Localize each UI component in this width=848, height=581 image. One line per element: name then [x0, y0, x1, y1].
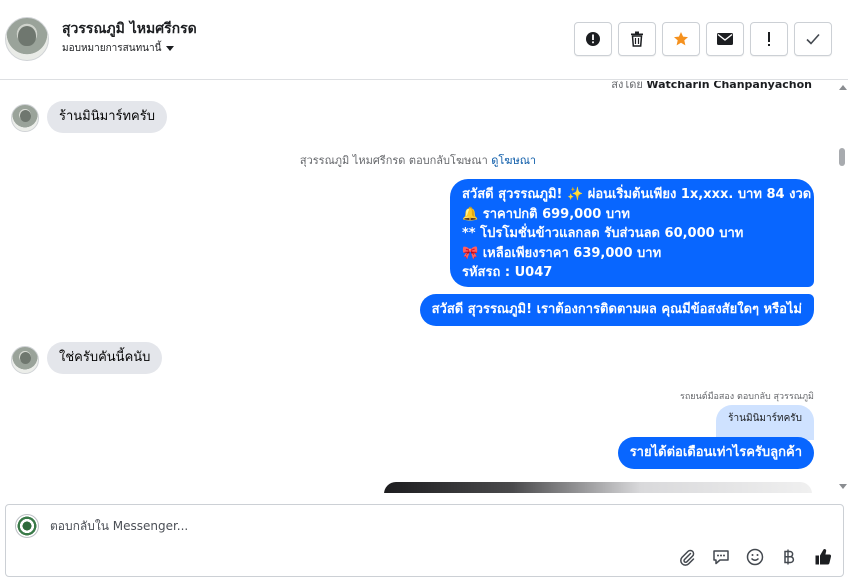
mark-done-button[interactable]	[794, 22, 832, 56]
speech-bubble-icon[interactable]	[711, 547, 731, 567]
assign-conversation-dropdown[interactable]: มอบหมายการสนทนานี้	[62, 41, 175, 56]
incoming-message[interactable]: ร้านมินิมาร์ทครับ	[47, 101, 167, 133]
baht-icon[interactable]	[779, 547, 799, 567]
contact-avatar-small[interactable]	[11, 346, 39, 374]
promo-line: 🎀 เหลือเพียงราคา 639,000 บาท	[462, 245, 662, 261]
alert-button[interactable]	[574, 22, 612, 56]
view-ad-link[interactable]: ดูโฆษณา	[491, 154, 536, 167]
check-icon	[806, 33, 820, 45]
thread-scrollbar[interactable]	[836, 81, 848, 493]
composer-actions	[677, 547, 833, 567]
assign-label: มอบหมายการสนทนานี้	[62, 43, 162, 54]
sent-by-note: ส่งโดย Watcharin Chanpanyachon	[611, 81, 812, 93]
reply-meta: รถยนต์มือสอง ตอบกลับ สุวรรณภูมิ	[680, 392, 814, 402]
delete-button[interactable]	[618, 22, 656, 56]
image-attachment[interactable]	[384, 482, 812, 493]
promo-line: ** โปรโมชั่นข้าวแลกลด รับส่วนลด 60,000 บ…	[462, 226, 744, 241]
trash-icon	[631, 31, 643, 47]
promo-line: สวัสดี สุวรรณภูมิ! ✨ ผ่อนเริ่มต้นเพียง 1…	[462, 187, 812, 202]
star-button[interactable]	[662, 22, 700, 56]
ad-reply-text: สุวรรณภูมิ ไหมศรีกรด ตอบกลับโฆษณา	[299, 154, 488, 167]
messenger-inbox: สุวรรณภูมิ ไหมศรีกรด มอบหมายการสนทนานี้	[0, 0, 848, 581]
scroll-up-arrow-icon[interactable]	[839, 85, 847, 90]
mark-unread-button[interactable]	[706, 22, 744, 56]
promo-line: 🔔 ราคาปกติ 699,000 บาท	[462, 206, 630, 222]
outgoing-promo-message[interactable]: สวัสดี สุวรรณภูมิ! ✨ ผ่อนเริ่มต้นเพียง 1…	[450, 179, 814, 287]
message-thread[interactable]: ส่งโดย Watcharin Chanpanyachon ร้านมินิม…	[0, 81, 836, 493]
envelope-icon	[717, 33, 733, 45]
scroll-down-arrow-icon[interactable]	[839, 484, 847, 489]
thumbs-up-icon[interactable]	[813, 547, 833, 567]
message-composer	[5, 504, 844, 577]
conversation-toolbar	[574, 22, 832, 56]
emoji-icon[interactable]	[745, 547, 765, 567]
promo-line: รหัสรถ : U047	[462, 265, 553, 280]
page-avatar	[15, 514, 39, 538]
exclamation-icon	[768, 32, 770, 46]
spam-button[interactable]	[750, 22, 788, 56]
sent-by-prefix: ส่งโดย	[611, 81, 643, 91]
sent-by-name: Watcharin Chanpanyachon	[646, 81, 812, 91]
incoming-message[interactable]: ใช่ครับคันนี้คนับ	[47, 342, 163, 374]
quoted-message[interactable]: ร้านมินิมาร์ทครับ	[716, 405, 814, 440]
star-icon	[674, 32, 688, 46]
contact-avatar-small[interactable]	[11, 104, 39, 132]
outgoing-followup-message[interactable]: สวัสดี สุวรรณภูมิ! เราต้องการติดตามผล คุ…	[419, 294, 814, 326]
alert-icon	[586, 32, 600, 46]
paperclip-icon[interactable]	[677, 547, 697, 567]
contact-avatar[interactable]	[5, 17, 49, 61]
reply-input[interactable]	[50, 515, 650, 537]
conversation-header: สุวรรณภูมิ ไหมศรีกรด มอบหมายการสนทนานี้	[0, 0, 848, 80]
ad-reply-note: สุวรรณภูมิ ไหมศรีกรด ตอบกลับโฆษณา ดูโฆษณ…	[0, 151, 836, 169]
caret-down-icon	[166, 46, 175, 51]
contact-name[interactable]: สุวรรณภูมิ ไหมศรีกรด	[62, 18, 197, 40]
outgoing-reply-message[interactable]: รายได้ต่อเดือนเท่าไรครับลูกค้า	[617, 437, 814, 469]
scroll-thumb[interactable]	[839, 148, 845, 166]
